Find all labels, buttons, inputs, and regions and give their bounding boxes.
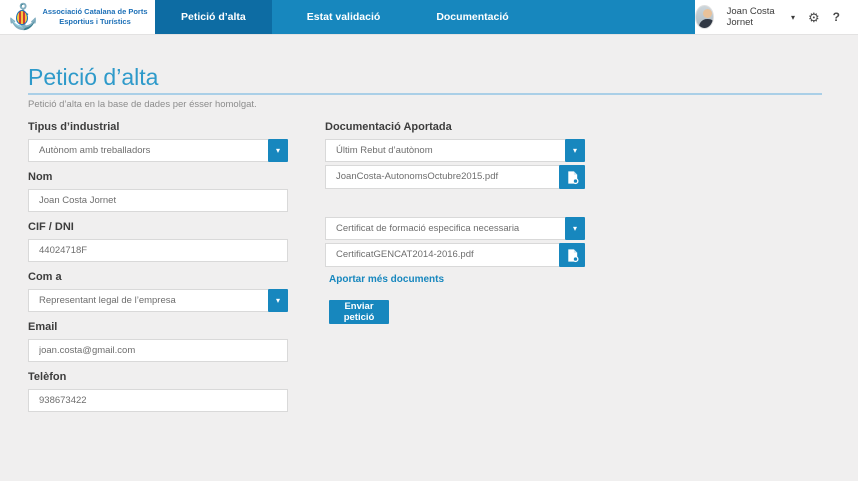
selected-value[interactable]: Representant legal de l’empresa <box>28 289 268 312</box>
file-name: JoanCosta-AutonomsOctubre2015.pdf <box>325 165 559 189</box>
chevron-down-icon: ▾ <box>573 225 577 233</box>
document-group: Certificat de formació especifica necess… <box>325 217 585 267</box>
field-telefon: Telèfon <box>28 370 288 412</box>
file-action-button[interactable] <box>559 243 585 267</box>
selected-value[interactable]: Autònom amb treballadors <box>28 139 268 162</box>
submit-button[interactable]: Enviar petició <box>329 300 389 324</box>
tipus-industrial-select[interactable]: Autònom amb treballadors ▾ <box>28 139 288 162</box>
chevron-down-icon: ▾ <box>573 147 577 155</box>
chevron-down-icon: ▾ <box>276 297 280 305</box>
field-nom: Nom <box>28 170 288 212</box>
field-label: CIF / DNI <box>28 220 288 234</box>
documents-column: Documentació Aportada Últim Rebut d’autò… <box>325 120 585 324</box>
field-label: Tipus d’industrial <box>28 120 288 134</box>
field-com-a: Com a Representant legal de l’empresa ▾ <box>28 270 288 312</box>
field-label: Email <box>28 320 288 334</box>
dropdown-button[interactable]: ▾ <box>565 139 585 162</box>
uploaded-file-row-2: CertificatGENCAT2014-2016.pdf <box>325 243 585 267</box>
uploaded-file-row-1: JoanCosta-AutonomsOctubre2015.pdf <box>325 165 585 189</box>
field-label: Com a <box>28 270 288 284</box>
com-a-select[interactable]: Representant legal de l’empresa ▾ <box>28 289 288 312</box>
form-area: Tipus d’industrial Autònom amb treballad… <box>0 0 858 481</box>
cif-dni-input[interactable] <box>28 239 288 262</box>
field-label: Telèfon <box>28 370 288 384</box>
form-column-left: Tipus d’industrial Autònom amb treballad… <box>28 120 288 420</box>
doc-type-select-1[interactable]: Últim Rebut d’autònom ▾ <box>325 139 585 162</box>
field-label: Nom <box>28 170 288 184</box>
dropdown-button[interactable]: ▾ <box>268 139 288 162</box>
telefon-input[interactable] <box>28 389 288 412</box>
document-settings-icon <box>565 170 580 185</box>
document-group: Últim Rebut d’autònom ▾ JoanCosta-Autono… <box>325 139 585 189</box>
dropdown-button[interactable]: ▾ <box>565 217 585 240</box>
doc-type-select-2[interactable]: Certificat de formació especifica necess… <box>325 217 585 240</box>
field-tipus-industrial: Tipus d’industrial Autònom amb treballad… <box>28 120 288 162</box>
file-action-button[interactable] <box>559 165 585 189</box>
email-input[interactable] <box>28 339 288 362</box>
selected-value[interactable]: Últim Rebut d’autònom <box>325 139 565 162</box>
dropdown-button[interactable]: ▾ <box>268 289 288 312</box>
spacer <box>325 189 585 217</box>
field-cif-dni: CIF / DNI <box>28 220 288 262</box>
chevron-down-icon: ▾ <box>276 147 280 155</box>
documents-section-label: Documentació Aportada <box>325 120 585 134</box>
selected-value[interactable]: Certificat de formació especifica necess… <box>325 217 565 240</box>
nom-input[interactable] <box>28 189 288 212</box>
field-email: Email <box>28 320 288 362</box>
document-settings-icon <box>565 248 580 263</box>
add-more-documents-link[interactable]: Aportar més documents <box>329 274 444 285</box>
file-name: CertificatGENCAT2014-2016.pdf <box>325 243 559 267</box>
